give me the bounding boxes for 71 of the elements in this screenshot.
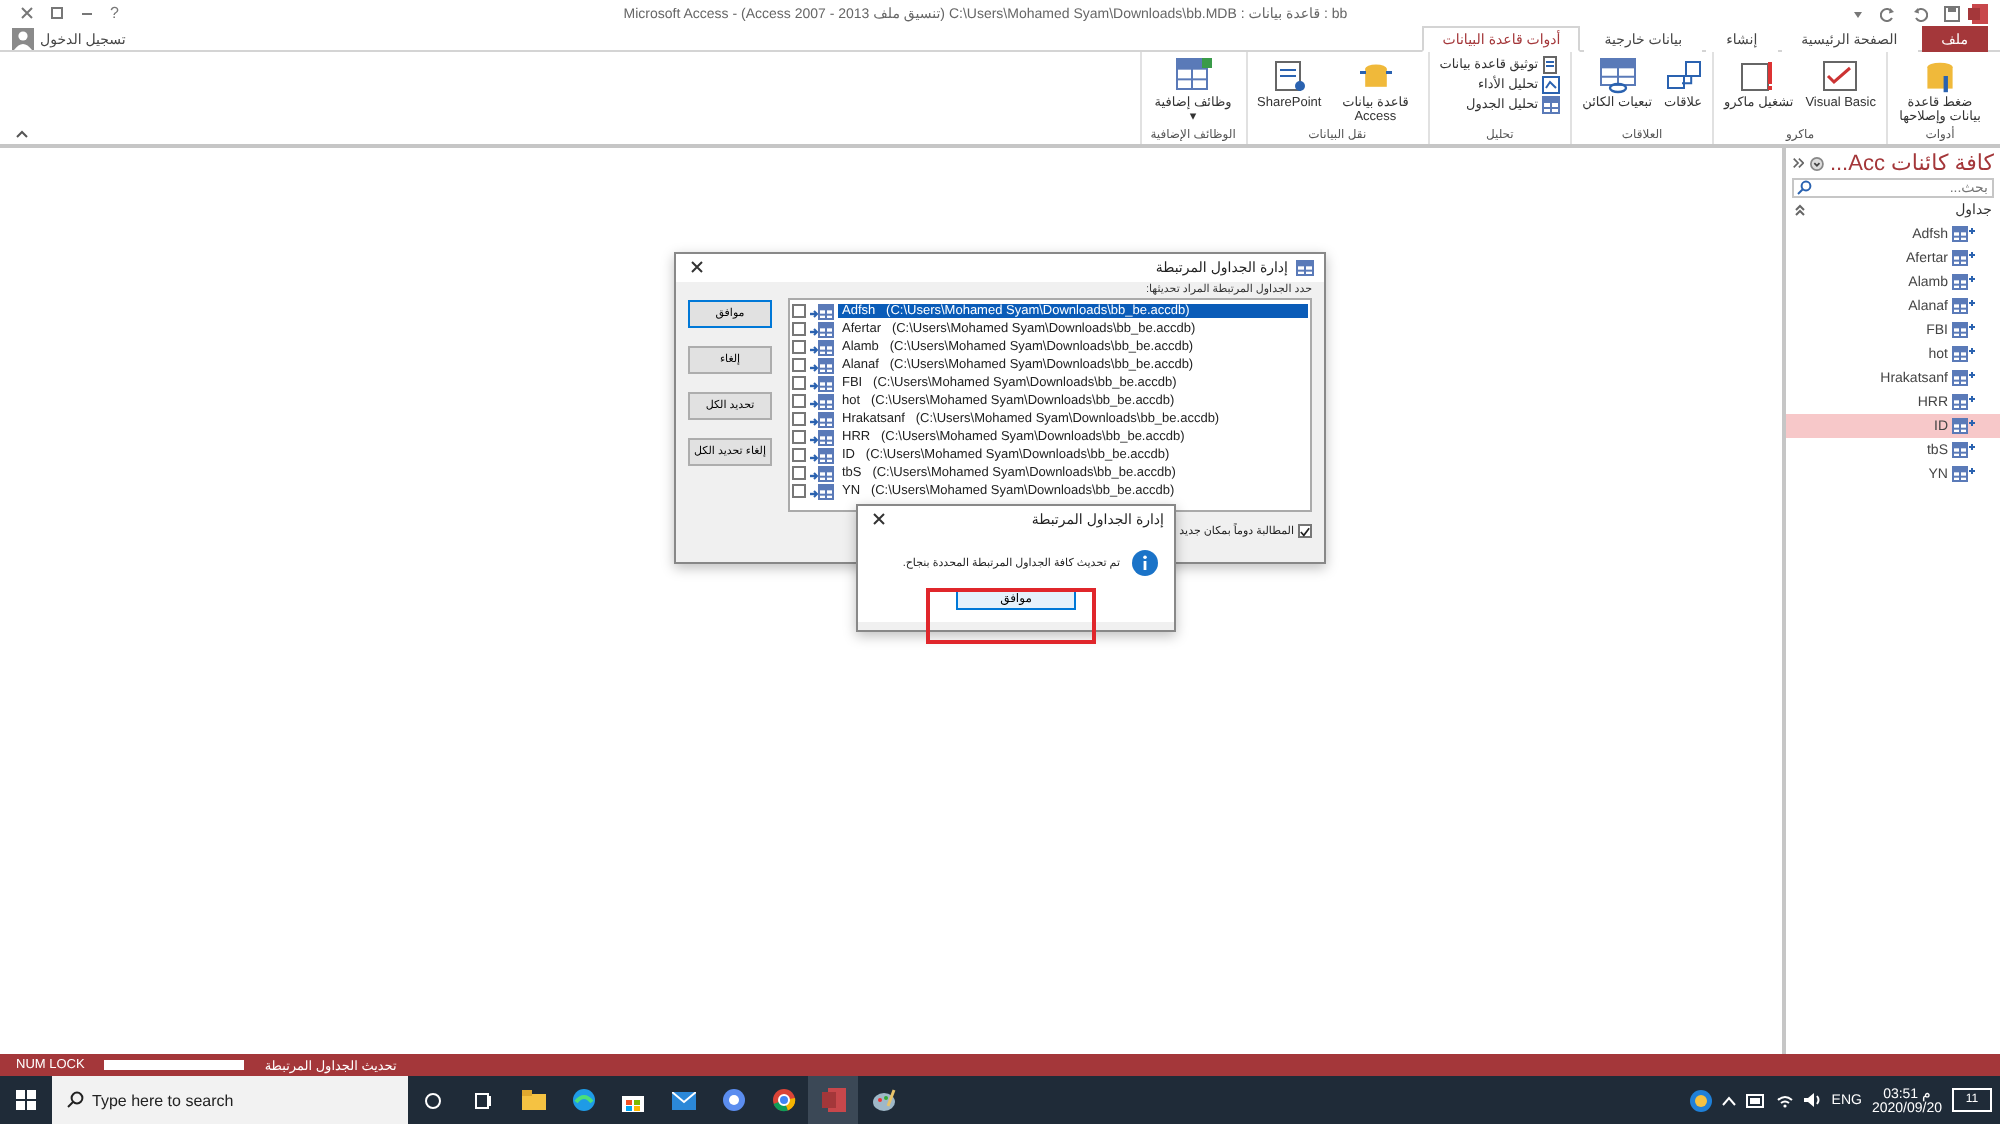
folder-icon [521, 1090, 545, 1110]
checkbox[interactable] [792, 466, 806, 480]
checkbox[interactable] [792, 376, 806, 390]
linked-table-icon [1952, 442, 1976, 458]
linked-table-icon [1952, 250, 1976, 266]
code-window-icon [1822, 58, 1859, 94]
pane-title: كافة كائنات Acc... [1829, 150, 1994, 176]
mail-icon [671, 1091, 695, 1109]
linked-table-icon [1952, 370, 1976, 386]
browser-wave-icon [571, 1088, 595, 1112]
chevron-up-icon [16, 130, 28, 138]
windows-logo-icon [16, 1090, 36, 1110]
linked-table-icon [1952, 394, 1976, 410]
battery-icon [1745, 1093, 1766, 1107]
speaker-icon [1803, 1092, 1822, 1108]
checkbox[interactable] [792, 304, 806, 318]
table-icon [1542, 96, 1561, 114]
checkbox[interactable] [792, 448, 806, 462]
close-icon [20, 6, 34, 20]
chevron-up-icon [1794, 204, 1806, 216]
circle-icon [424, 1091, 442, 1109]
close-icon [872, 512, 886, 526]
database-wrench-icon [1922, 58, 1958, 94]
dialog-icon [1296, 260, 1314, 276]
windows-stack-icon [473, 1091, 493, 1109]
linked-table-icon [1952, 226, 1976, 242]
checkbox[interactable] [792, 394, 806, 408]
linked-table-icon [1952, 298, 1976, 314]
dropdown-circle-icon [1810, 155, 1824, 171]
chevron-up-icon [1721, 1095, 1736, 1105]
palette-icon [871, 1088, 895, 1112]
help-button[interactable]: ? [102, 1, 127, 25]
checkbox[interactable] [792, 412, 806, 426]
grid-icon [1175, 58, 1212, 94]
checkbox[interactable] [792, 484, 806, 498]
taskbar-search-field[interactable]: Type here to search [52, 1076, 408, 1124]
wifi-icon [1775, 1093, 1794, 1107]
linked-table-icon [1952, 466, 1976, 482]
collapse-pane-icon [1792, 156, 1805, 170]
help-circle-icon [1689, 1089, 1712, 1111]
avatar-icon [12, 28, 34, 50]
linked-table-icon [1952, 346, 1976, 362]
linked-table-icon [1952, 418, 1976, 434]
info-icon [1132, 550, 1158, 576]
checkbox[interactable] [792, 340, 806, 354]
checkbox[interactable] [1298, 524, 1312, 538]
app-logo-icon [1968, 3, 1988, 23]
linked-table-icon [1952, 274, 1976, 290]
redo-icon [1880, 5, 1896, 21]
linked-table-icon [1952, 322, 1976, 338]
checkbox[interactable] [792, 322, 806, 336]
undo-icon [1912, 5, 1928, 21]
checkbox[interactable] [792, 430, 806, 444]
list-export-icon [1271, 58, 1308, 94]
progress-bar [104, 1060, 245, 1070]
check-icon [1300, 525, 1310, 537]
macro-icon [1740, 58, 1777, 94]
globe-icon [721, 1088, 745, 1112]
close-icon [690, 260, 704, 274]
table-link-icon [1599, 58, 1636, 94]
caret-icon [1852, 7, 1864, 19]
document-icon [1542, 56, 1561, 74]
checkbox[interactable] [792, 358, 806, 372]
search-icon [66, 1091, 84, 1109]
linked-tables-icon [1665, 58, 1701, 94]
database-app-icon [821, 1088, 845, 1112]
search-icon [1796, 180, 1812, 196]
gauge-icon [1542, 76, 1561, 94]
save-icon [1944, 5, 1960, 21]
restore-icon [50, 6, 64, 20]
chrome-icon [771, 1088, 795, 1112]
